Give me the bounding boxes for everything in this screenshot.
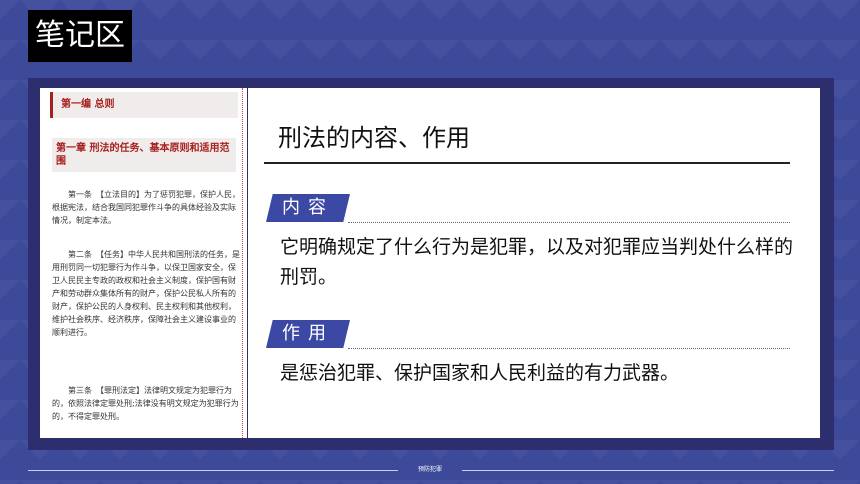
slide-title: 刑法的内容、作用 (278, 124, 470, 152)
law-article-2: 第二条 【任务】中华人民共和国刑法的任务，是用刑罚同一切犯罪行为作斗争，以保卫国… (52, 250, 240, 337)
main-content-panel: 刑法的内容、作用 内容 它明确规定了什么行为是犯罪，以及对犯罪应当判处什么样的刑… (248, 88, 820, 438)
law-chapter-heading: 第一章 刑法的任务、基本原则和适用范围 (52, 138, 236, 172)
function-tag: 作用 (266, 320, 350, 348)
law-article-1: 第一条 【立法目的】为了惩罚犯罪，保护人民，根据宪法，结合我国同犯罪作斗争的具体… (52, 190, 240, 225)
footer-line-left (28, 470, 398, 471)
function-text: 是惩治犯罪、保护国家和人民利益的有力武器。 (280, 362, 680, 384)
content-text: 它明确规定了什么行为是犯罪，以及对犯罪应当判处什么样的刑罚。 (280, 236, 794, 288)
law-document-panel: 第一编 总则 第一章 刑法的任务、基本原则和适用范围 第一条 【立法目的】为了惩… (40, 88, 242, 438)
footer-line-right (462, 470, 834, 471)
title-underline (264, 162, 790, 164)
content-tag-rule (348, 222, 790, 223)
law-part-heading: 第一编 总则 (50, 92, 238, 118)
function-tag-rule (348, 348, 790, 349)
notes-badge: 笔记区 (28, 10, 132, 62)
content-tag: 内容 (266, 194, 350, 222)
footer-label: 预防犯罪 (417, 466, 442, 473)
dotted-divider (242, 88, 247, 438)
law-article-3: 第三条 【罪刑法定】法律明文规定为犯罪行为的，依照法律定罪处刑;法律没有明文规定… (52, 386, 239, 421)
